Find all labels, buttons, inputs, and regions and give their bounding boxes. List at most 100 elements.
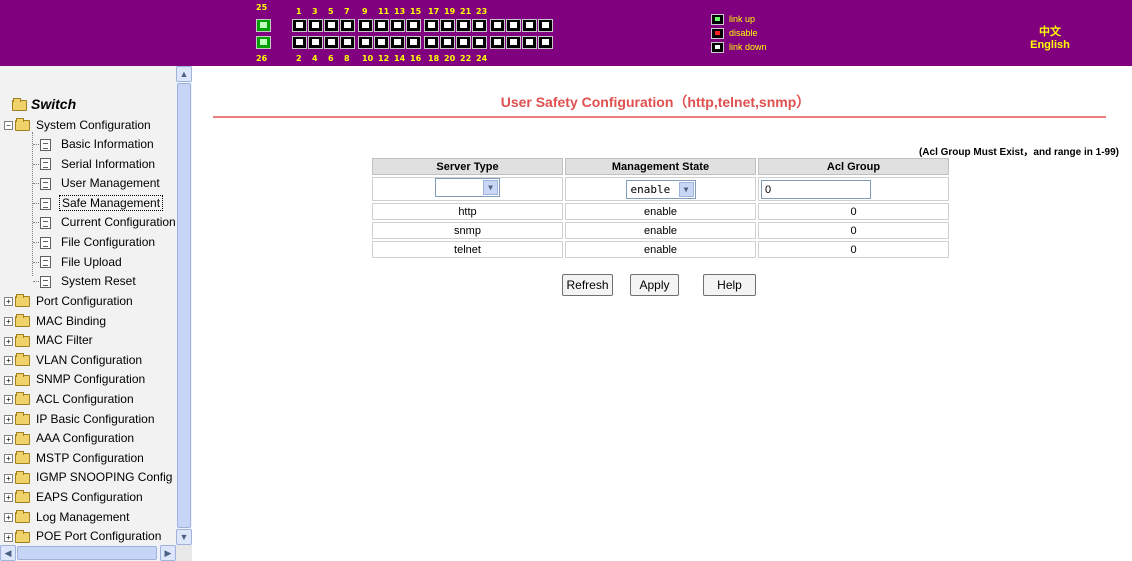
tree-item-safe-management[interactable]: Safe Management [40,194,164,212]
uplink-port-icon[interactable] [256,36,271,49]
tree-item-aaa-configuration[interactable]: + AAA Configuration [4,430,136,447]
port-icon[interactable] [522,19,537,32]
tree-item-log-management[interactable]: + Log Management [4,509,131,526]
port-icon[interactable] [490,36,505,49]
scroll-left-icon[interactable]: ◀ [0,545,16,561]
tree-item-port-configuration[interactable]: + Port Configuration [4,293,135,310]
tree-item-mac-binding[interactable]: + MAC Binding [4,313,108,330]
table-cell: 0 [758,222,949,239]
port-icon[interactable] [424,36,439,49]
tree-item-eaps-configuration[interactable]: + EAPS Configuration [4,489,145,506]
expand-icon[interactable]: + [4,434,13,444]
port-icon[interactable] [472,36,487,49]
tree-item-poe-port-configuration[interactable]: + POE Port Configuration [4,528,163,545]
scroll-up-icon[interactable]: ▲ [176,66,192,82]
expand-icon[interactable]: + [4,395,13,405]
port-icon[interactable] [456,19,471,32]
language-english-link[interactable]: English [1000,39,1100,51]
port-icon[interactable] [440,19,455,32]
tree-item-system-reset[interactable]: System Reset [40,273,138,290]
tree-item-igmp-snooping-config[interactable]: + IGMP SNOOPING Config [4,469,174,486]
port-icon[interactable] [506,36,521,49]
language-chinese-link[interactable]: 中文 [1000,23,1100,39]
port-icon[interactable] [424,19,439,32]
table-cell: 0 [758,203,949,220]
tree-item-file-configuration[interactable]: File Configuration [40,234,157,251]
tree-item-system-configuration[interactable]: − System Configuration [4,117,153,134]
uplink-port-icon[interactable] [256,19,271,32]
folder-icon [15,333,30,347]
port-icon[interactable] [472,19,487,32]
apply-button[interactable]: Apply [630,274,679,296]
server-type-select[interactable]: ▼ [435,178,500,197]
tree-item-ip-basic-configuration[interactable]: + IP Basic Configuration [4,411,157,428]
expand-icon[interactable]: + [4,375,13,385]
scroll-right-icon[interactable]: ▶ [160,545,176,561]
tree-item-current-configuration[interactable]: Current Configuration [40,214,176,231]
port-icon[interactable] [390,19,405,32]
expand-icon[interactable]: + [4,532,13,542]
expand-icon[interactable]: + [4,473,13,483]
column-header-acl-group: Acl Group [758,158,949,175]
tree-item-file-upload[interactable]: File Upload [40,254,124,271]
port-icon[interactable] [374,36,389,49]
port-icon[interactable] [358,19,373,32]
port-icon[interactable] [340,19,355,32]
table-row[interactable]: http enable 0 [372,203,949,220]
port-icon[interactable] [374,19,389,32]
port-icon[interactable] [456,36,471,49]
tree-item-vlan-configuration[interactable]: + VLAN Configuration [4,352,144,369]
tree-item-mac-filter[interactable]: + MAC Filter [4,332,95,349]
tree-item-snmp-configuration[interactable]: + SNMP Configuration [4,371,147,388]
tree-item-basic-information[interactable]: Basic Information [40,136,156,153]
port-number: 9 [362,7,368,16]
sidebar-vertical-scrollbar[interactable]: ▲ ▼ [176,66,192,545]
expand-icon[interactable]: + [4,336,13,346]
folder-open-icon [15,118,30,132]
port-icon[interactable] [292,36,307,49]
port-icon[interactable] [538,19,553,32]
port-icon[interactable] [308,36,323,49]
port-icon[interactable] [440,36,455,49]
help-button[interactable]: Help [703,274,756,296]
expand-icon[interactable]: + [4,356,13,366]
port-icon[interactable] [490,19,505,32]
chevron-down-icon[interactable]: ▼ [483,180,498,195]
port-number: 12 [378,54,390,63]
scroll-thumb[interactable] [17,546,157,560]
scroll-down-icon[interactable]: ▼ [176,529,192,545]
expand-icon[interactable]: + [4,454,13,464]
table-row[interactable]: telnet enable 0 [372,241,949,258]
tree-item-label: MAC Filter [36,333,93,348]
collapse-icon[interactable]: − [4,121,13,131]
tree-item-user-management[interactable]: User Management [40,175,162,192]
management-state-select[interactable]: enable ▼ [625,179,696,199]
chevron-down-icon[interactable]: ▼ [678,181,694,197]
expand-icon[interactable]: + [4,414,13,424]
port-icon[interactable] [522,36,537,49]
port-icon[interactable] [538,36,553,49]
expand-icon[interactable]: + [4,512,13,522]
sidebar-horizontal-scrollbar[interactable]: ◀ ▶ [0,545,176,561]
port-icon[interactable] [406,19,421,32]
tree-item-acl-configuration[interactable]: + ACL Configuration [4,391,136,408]
port-icon[interactable] [390,36,405,49]
port-icon[interactable] [506,19,521,32]
port-icon[interactable] [340,36,355,49]
tree-item-mstp-configuration[interactable]: + MSTP Configuration [4,450,146,467]
port-icon[interactable] [358,36,373,49]
port-icon[interactable] [324,19,339,32]
refresh-button[interactable]: Refresh [562,274,613,296]
scroll-thumb[interactable] [177,83,191,528]
expand-icon[interactable]: + [4,297,13,307]
tree-root-switch[interactable]: Switch [12,96,76,112]
port-icon[interactable] [406,36,421,49]
port-icon[interactable] [324,36,339,49]
tree-item-serial-information[interactable]: Serial Information [40,156,157,173]
port-icon[interactable] [292,19,307,32]
expand-icon[interactable]: + [4,316,13,326]
table-row[interactable]: snmp enable 0 [372,222,949,239]
acl-group-input[interactable] [761,180,871,199]
expand-icon[interactable]: + [4,493,13,503]
port-icon[interactable] [308,19,323,32]
